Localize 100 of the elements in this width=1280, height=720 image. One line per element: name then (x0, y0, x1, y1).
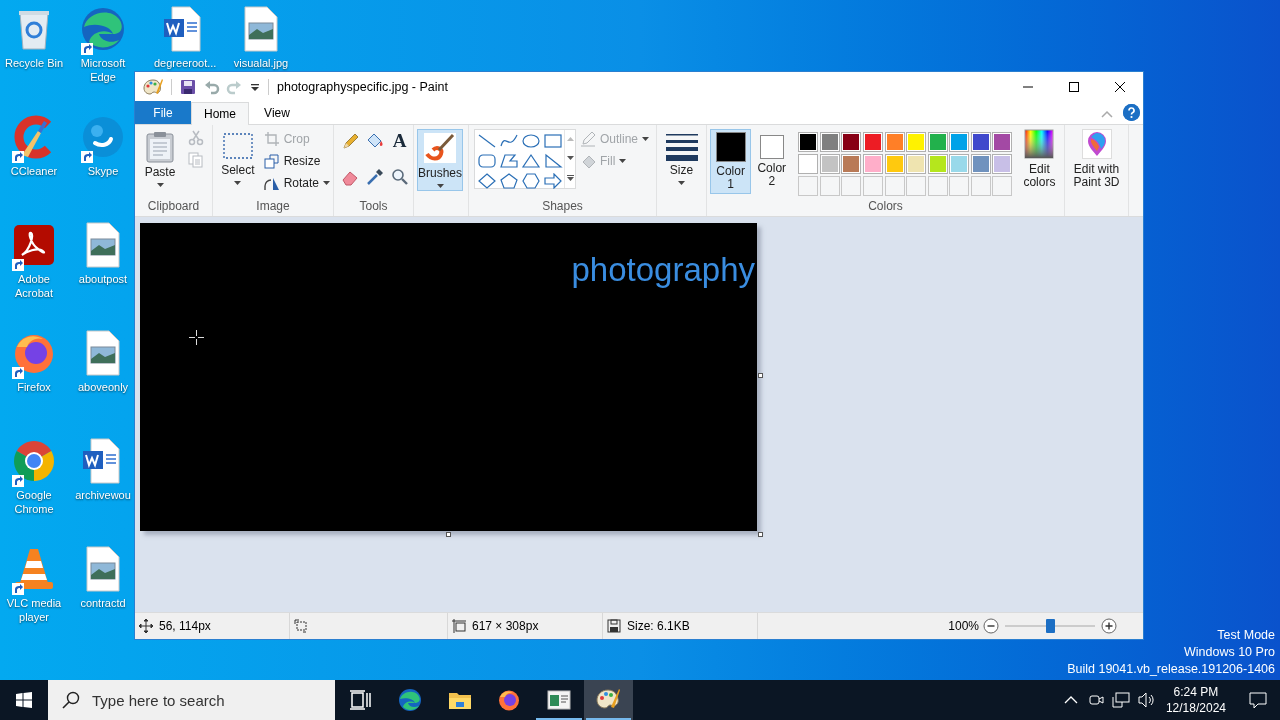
palette-color[interactable] (906, 154, 927, 174)
palette-color[interactable] (798, 154, 819, 174)
desktop-icon-label[interactable]: CCleaner (10, 164, 58, 178)
palette-color[interactable] (841, 154, 862, 174)
ribbon-tab[interactable]: Home (191, 102, 249, 125)
system-notice-text: Test Mode (1217, 627, 1275, 644)
pencil-icon (580, 130, 596, 147)
palette-color[interactable] (927, 154, 948, 174)
palette-color[interactable] (949, 154, 970, 174)
desktop-icon-label[interactable]: aboutpost (78, 272, 128, 286)
shape-button[interactable] (476, 151, 497, 170)
palette-color[interactable] (906, 132, 927, 152)
shape-button[interactable] (498, 171, 519, 190)
palette-color[interactable] (927, 132, 948, 152)
rotate-button[interactable]: Rotate (263, 173, 330, 192)
ribbon-tab[interactable]: View (249, 101, 305, 124)
rectangle-shape-icon (542, 132, 563, 149)
shape-button[interactable] (498, 151, 519, 170)
palette-color[interactable] (970, 132, 991, 152)
desktop-icon-label[interactable]: visualal.jpg (233, 56, 289, 70)
palette-color[interactable] (863, 132, 884, 152)
camera-icon[interactable] (1087, 692, 1104, 708)
help-button[interactable] (1123, 104, 1140, 121)
undo-icon[interactable] (204, 79, 220, 95)
size-button[interactable]: Size (660, 129, 703, 199)
desktop-icon-label[interactable]: Microsoft Edge (73, 56, 133, 84)
desktop-icon-label[interactable]: Google Chrome (4, 488, 64, 516)
diamond-shape-icon (476, 172, 497, 189)
palette-color[interactable] (884, 154, 905, 174)
ribbon-tab[interactable]: File (135, 101, 191, 124)
edge-icon[interactable] (79, 5, 127, 53)
canvas-text: photography (571, 250, 755, 290)
edit-colors-button[interactable]: Edit colors (1017, 129, 1061, 199)
resize-button[interactable]: Resize (263, 151, 330, 170)
resize-icon (263, 152, 280, 169)
color-2-button[interactable]: Color 2 (751, 129, 793, 194)
color-1-button[interactable]: Color 1 (710, 129, 752, 194)
palette-color[interactable] (970, 154, 991, 174)
paste-button[interactable]: Paste (138, 129, 182, 199)
desktop-icon-label[interactable]: archivewou (75, 488, 131, 502)
close-icon (1115, 82, 1125, 92)
slider-thumb[interactable] (1045, 619, 1055, 633)
speaker-icon[interactable] (1137, 692, 1156, 708)
caret-icon (642, 136, 650, 141)
pencil-icon (341, 131, 361, 151)
network-icon[interactable] (1111, 692, 1130, 708)
desktop-icon-label[interactable]: degreeroot... (154, 56, 214, 70)
palette-color[interactable] (841, 132, 862, 152)
taskbar-app-button[interactable] (583, 680, 633, 720)
desktop-icon-label[interactable]: aboveonly (77, 380, 129, 394)
right-arrow-shape-icon (542, 172, 563, 189)
shape-button[interactable] (542, 151, 563, 170)
desktop-icon-label[interactable]: VLC media player (4, 596, 64, 624)
palette-color[interactable] (819, 132, 840, 152)
system-notice-text: Build 19041.vb_release.191206-1406 (1067, 661, 1275, 678)
line-thickness-icon (665, 131, 698, 161)
scroll-down-icon[interactable] (566, 156, 574, 160)
resize-handle[interactable] (446, 532, 451, 537)
select-button[interactable]: Select (216, 129, 260, 199)
plus-icon (1101, 618, 1117, 634)
desktop-icon-label[interactable]: Recycle Bin (4, 56, 64, 70)
desktop-icon-label[interactable]: Skype (87, 164, 119, 178)
firefox-icon (497, 688, 522, 712)
desktop-icon-label[interactable]: contractd (80, 596, 126, 610)
search-field[interactable]: Type here to search (48, 680, 335, 720)
zoom-out-button[interactable] (983, 618, 999, 634)
palette-color[interactable] (992, 132, 1013, 152)
resize-handle[interactable] (758, 373, 763, 378)
shape-button[interactable] (476, 171, 497, 190)
palette-color[interactable] (819, 154, 840, 174)
edit-with-paint-3d-button[interactable]: Edit with Paint 3D (1068, 129, 1125, 199)
palette-color[interactable] (949, 132, 970, 152)
search-icon (62, 691, 80, 709)
desktop-icon-label[interactable]: Adobe Acrobat (4, 272, 64, 300)
zoom-in-button[interactable] (1101, 618, 1117, 634)
group-label: Shapes (541, 199, 584, 215)
shape-button[interactable] (520, 171, 541, 190)
clock[interactable]: 6:24 PM 12/18/2024 (1159, 684, 1232, 716)
desktop-icon-label[interactable]: Firefox (17, 380, 51, 394)
palette-color[interactable] (798, 132, 819, 152)
zoom-slider[interactable] (1005, 618, 1095, 634)
line-shape-icon (476, 132, 497, 149)
chevron-up-icon[interactable] (1063, 696, 1078, 704)
palette-color[interactable] (863, 154, 884, 174)
shape-button[interactable] (520, 131, 541, 150)
help-icon (1123, 104, 1140, 121)
palette-color[interactable] (884, 132, 905, 152)
palette-color[interactable] (992, 154, 1013, 174)
save-icon[interactable] (180, 79, 196, 95)
more-shapes-icon[interactable] (566, 174, 574, 181)
resize-handle[interactable] (758, 532, 763, 537)
customize-dropdown-icon[interactable] (250, 82, 260, 92)
shape-button[interactable] (542, 171, 563, 190)
caret-icon (619, 158, 627, 163)
shape-button[interactable] (542, 131, 563, 150)
message-icon (1249, 691, 1267, 709)
brushes-button[interactable]: Brushes (417, 129, 463, 191)
crosshair-cursor-icon (189, 330, 204, 345)
tool-button[interactable]: A (387, 129, 412, 153)
minus-icon (983, 618, 999, 634)
